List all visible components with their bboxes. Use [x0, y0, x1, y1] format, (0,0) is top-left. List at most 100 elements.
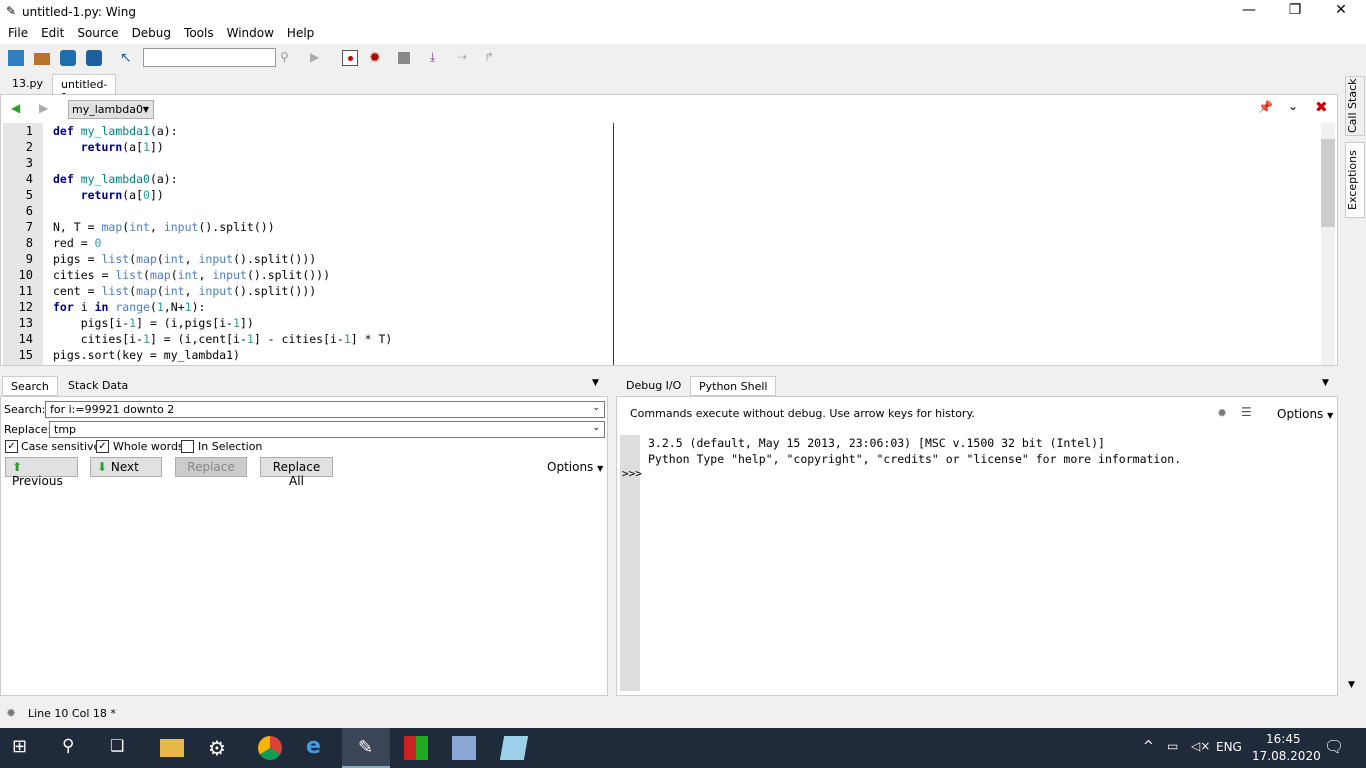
- scroll-thumb[interactable]: [1321, 139, 1335, 227]
- menu-source[interactable]: Source: [77, 24, 118, 40]
- chevron-down-icon[interactable]: ⌄: [1288, 99, 1298, 113]
- settings-gear-icon[interactable]: ⚙: [208, 736, 232, 760]
- menu-edit[interactable]: Edit: [41, 24, 64, 40]
- app-icon[interactable]: [404, 736, 428, 760]
- chrome-icon[interactable]: [258, 736, 282, 760]
- code-token: 1: [233, 316, 240, 330]
- run-icon[interactable]: ▶: [310, 50, 326, 66]
- task-view-icon[interactable]: ❏: [110, 736, 134, 760]
- clock-date[interactable]: 17.08.2020: [1252, 749, 1321, 763]
- save-all-icon[interactable]: [86, 50, 102, 66]
- debug-bug-icon[interactable]: ✹: [369, 50, 385, 66]
- save-icon[interactable]: [60, 50, 76, 66]
- stop-icon[interactable]: [398, 52, 410, 64]
- tab-13-py[interactable]: 13.py: [4, 74, 51, 94]
- line-number: 7: [25, 220, 33, 234]
- code-token: return: [80, 140, 123, 154]
- pin-icon[interactable]: 📌: [1258, 100, 1273, 114]
- menu-help[interactable]: Help: [287, 24, 314, 40]
- code-line: def my_lambda1(a):: [53, 123, 392, 139]
- close-button[interactable]: ✕: [1318, 2, 1364, 22]
- code-token: map: [149, 268, 171, 282]
- clock-time[interactable]: 16:45: [1266, 732, 1301, 746]
- language-indicator[interactable]: ENG: [1216, 740, 1242, 754]
- code-line: return(a[1]): [53, 139, 392, 155]
- search-field[interactable]: for i:=99921 downto 2 ⌄: [45, 401, 605, 418]
- line-number-gutter: 1 2 3 4 5 6 7 8 9 10 11 12 13 14 15: [3, 123, 43, 365]
- wing-taskbar-item[interactable]: ✎: [342, 728, 390, 768]
- search-options-button[interactable]: Options ▼: [547, 460, 603, 474]
- code-token: ().split()): [198, 220, 275, 234]
- tab-untitled-1-py[interactable]: untitled-1.py: [52, 74, 117, 104]
- menu-window[interactable]: Window: [227, 24, 274, 40]
- open-folder-icon[interactable]: [34, 53, 50, 65]
- code-token: map: [136, 252, 157, 266]
- search-icon[interactable]: ⚲: [62, 736, 86, 760]
- chevron-up-icon[interactable]: ^: [1143, 739, 1154, 754]
- code-text[interactable]: def my_lambda1(a): return(a[1]) def my_la…: [53, 123, 392, 363]
- tab-debug-io[interactable]: Debug I/O: [618, 376, 689, 396]
- maximize-button[interactable]: ❐: [1272, 2, 1318, 22]
- menu-tools[interactable]: Tools: [184, 24, 214, 40]
- step-out-icon[interactable]: ↱: [484, 50, 500, 66]
- code-token: 1: [143, 332, 150, 346]
- search-icon[interactable]: ⚲: [280, 50, 296, 66]
- code-editor[interactable]: ◀ ▶ my_lambda0 ▼ 📌 ⌄ ✖ 1 2 3 4 5 6 7 8 9 10 11 12 13 1…: [0, 94, 1338, 366]
- code-token: red =: [53, 236, 95, 250]
- menu-debug[interactable]: Debug: [132, 24, 171, 40]
- tab-search[interactable]: Search: [2, 376, 58, 396]
- code-token: int: [129, 220, 150, 234]
- code-token: my_lambda0: [80, 172, 150, 186]
- replace-field[interactable]: tmp ⌄: [49, 421, 605, 438]
- forward-arrow-icon[interactable]: ▶: [39, 101, 48, 115]
- panel-menu-icon[interactable]: ▼: [1348, 680, 1355, 690]
- app-window-icon[interactable]: [452, 736, 476, 760]
- tab-stack-data[interactable]: Stack Data: [60, 376, 136, 396]
- panel-menu-icon[interactable]: ▼: [592, 378, 599, 388]
- code-token: 1: [156, 300, 164, 314]
- battery-icon[interactable]: ▭: [1167, 739, 1178, 753]
- debug-bug-icon[interactable]: ✹: [1217, 406, 1227, 420]
- side-tab-call-stack[interactable]: Call Stack: [1345, 76, 1365, 136]
- step-over-icon[interactable]: ⇢: [457, 50, 473, 66]
- code-token: cities[i-: [53, 332, 144, 346]
- windows-start-icon[interactable]: ⊞: [12, 736, 36, 760]
- new-file-icon[interactable]: [8, 50, 24, 66]
- scope-dropdown[interactable]: my_lambda0 ▼: [68, 100, 154, 119]
- volume-muted-icon[interactable]: ◁×: [1191, 739, 1210, 753]
- breakpoint-icon[interactable]: [342, 50, 358, 66]
- menu-file[interactable]: File: [8, 24, 28, 40]
- replace-button[interactable]: Replace: [175, 457, 247, 477]
- toolbar-search-input[interactable]: [143, 48, 276, 67]
- line-number: 9: [25, 252, 33, 266]
- in-selection-checkbox[interactable]: [181, 440, 194, 453]
- code-token: (a):: [149, 172, 178, 186]
- replace-all-button[interactable]: Replace All: [260, 457, 333, 488]
- code-token: ,: [149, 220, 164, 234]
- notes-app-icon[interactable]: [499, 736, 529, 760]
- file-explorer-icon[interactable]: [160, 739, 184, 757]
- code-token: int: [177, 268, 199, 282]
- pointer-icon[interactable]: ↖: [120, 50, 136, 66]
- previous-button[interactable]: ⬆ Previous: [5, 457, 78, 488]
- add-list-icon[interactable]: ☰: [1241, 405, 1252, 419]
- minimize-button[interactable]: —: [1226, 2, 1272, 22]
- code-line: N, T = map(int, input().split()): [53, 219, 392, 235]
- case-sensitive-checkbox[interactable]: ✓: [5, 440, 18, 453]
- whole-words-checkbox[interactable]: ✓: [96, 440, 109, 453]
- side-tab-exceptions[interactable]: Exceptions: [1345, 142, 1365, 218]
- tab-python-shell[interactable]: Python Shell: [690, 376, 777, 396]
- notification-icon[interactable]: 🗨: [1324, 737, 1344, 756]
- back-arrow-icon[interactable]: ◀: [11, 101, 20, 115]
- shell-output[interactable]: 3.2.5 (default, May 15 2013, 23:06:03) […: [648, 435, 1181, 467]
- next-button[interactable]: ⬇ Next: [90, 457, 162, 477]
- close-editor-icon[interactable]: ✖: [1315, 98, 1328, 116]
- editor-scrollbar[interactable]: [1321, 123, 1335, 365]
- step-into-icon[interactable]: ⤓: [430, 50, 446, 66]
- shell-options-button[interactable]: Options ▼: [1277, 407, 1333, 421]
- panel-menu-icon[interactable]: ▼: [1322, 378, 1329, 388]
- code-token: 1: [343, 332, 351, 346]
- edge-browser-icon[interactable]: e: [306, 736, 330, 760]
